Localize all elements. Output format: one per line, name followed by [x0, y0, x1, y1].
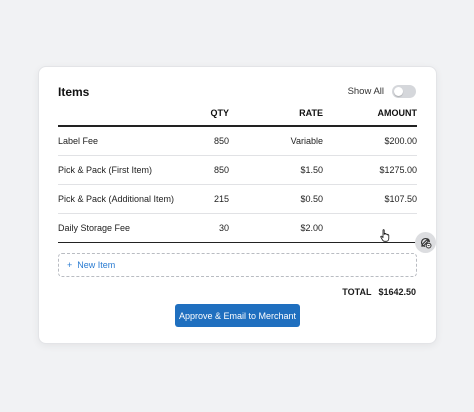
- plus-icon: +: [67, 260, 73, 270]
- row-rate: $1.50: [300, 165, 323, 175]
- row-description: Pick & Pack (Additional Item): [58, 194, 175, 204]
- delete-button[interactable]: [415, 232, 436, 253]
- table-row[interactable]: Pick & Pack (First Item) 850 $1.50 $1275…: [58, 156, 417, 185]
- row-description: Pick & Pack (First Item): [58, 165, 153, 175]
- card-title: Items: [58, 85, 90, 99]
- row-rate: $2.00: [300, 223, 323, 233]
- row-rate: $0.50: [300, 194, 323, 204]
- items-card: Items Show All QTY RATE AMOUNT Label Fee…: [38, 66, 437, 344]
- row-description: Label Fee: [58, 136, 99, 146]
- approve-email-button[interactable]: Approve & Email to Merchant: [175, 304, 300, 327]
- total-label: TOTAL: [342, 287, 372, 297]
- show-all-label: Show All: [347, 85, 384, 97]
- total-row: TOTAL $1642.50: [342, 287, 416, 297]
- show-all-toggle[interactable]: [392, 84, 416, 98]
- row-rate: Variable: [290, 136, 323, 146]
- row-qty: 850: [213, 165, 229, 175]
- toggle-knob: [394, 86, 403, 96]
- new-item-button[interactable]: + New Item: [58, 253, 417, 277]
- table-row[interactable]: Pick & Pack (Additional Item) 215 $0.50 …: [58, 185, 417, 214]
- new-item-label: New Item: [77, 260, 116, 270]
- row-qty: 850: [213, 136, 229, 146]
- row-qty: 215: [213, 194, 229, 204]
- table-header: QTY RATE AMOUNT: [58, 108, 417, 126]
- header-qty: QTY: [210, 108, 229, 118]
- table-row[interactable]: Label Fee 850 Variable $200.00: [58, 127, 417, 156]
- show-all-control: Show All: [348, 84, 416, 98]
- row-amount: $1275.00: [379, 165, 417, 175]
- row-amount: $200.00: [384, 136, 417, 146]
- row-description: Daily Storage Fee: [58, 223, 131, 233]
- delete-icon: [420, 237, 432, 249]
- row-qty: 30: [218, 223, 229, 233]
- hand-pointer-icon: [380, 229, 390, 242]
- total-value: $1642.50: [378, 287, 416, 297]
- header-rate: RATE: [299, 108, 323, 118]
- header-amount: AMOUNT: [377, 108, 418, 118]
- table-row[interactable]: Daily Storage Fee 30 $2.00: [58, 214, 436, 253]
- row-amount: $107.50: [384, 194, 417, 204]
